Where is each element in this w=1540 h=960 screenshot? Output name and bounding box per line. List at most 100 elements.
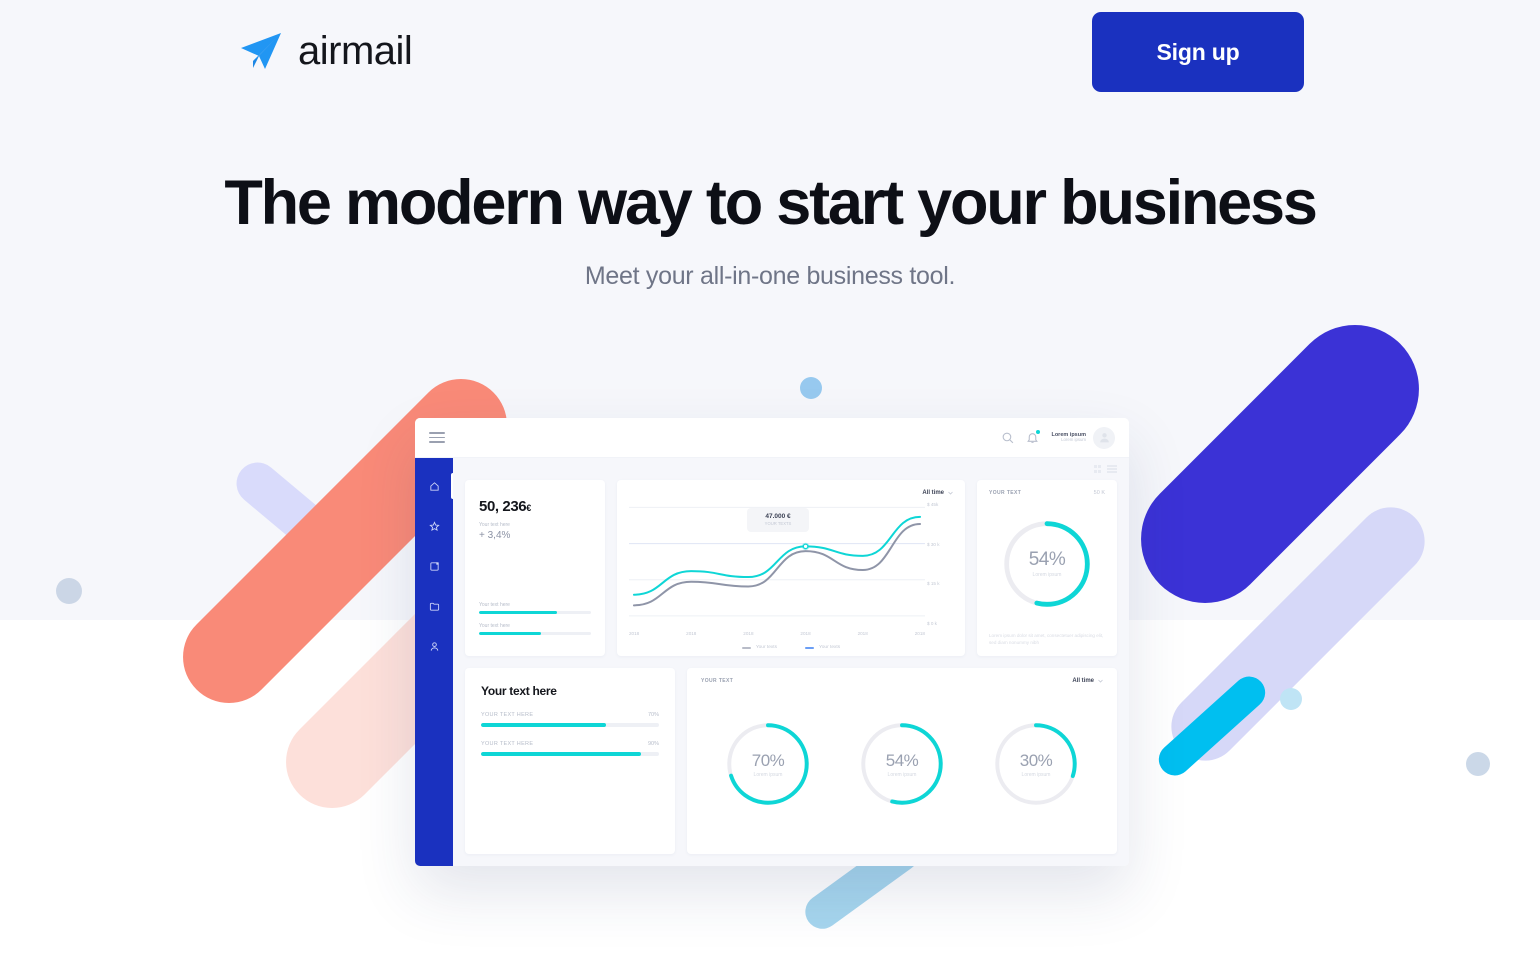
donut-chart: 54% Lorem ipsum xyxy=(858,720,946,808)
progress-row: YOUR TEXT HERE 90% xyxy=(481,741,659,756)
chart-range-selector[interactable]: All time xyxy=(629,490,953,496)
dashboard-sidebar xyxy=(415,458,453,866)
donut-chart: 30% Lorem ipsum xyxy=(992,720,1080,808)
user-role: Lorem ipsum xyxy=(1061,437,1086,443)
star-icon xyxy=(428,520,440,531)
site-header: airmail Sign up xyxy=(0,0,1540,105)
donut-chart: 54% Lorem ipsum xyxy=(989,496,1105,632)
page-title: The modern way to start your business xyxy=(224,168,1318,238)
view-toggle xyxy=(465,464,1117,474)
chevron-down-icon xyxy=(948,491,953,495)
search-icon[interactable] xyxy=(1001,431,1014,444)
stat-number: 50, 236 xyxy=(479,498,527,515)
legend-item: Your texts xyxy=(741,645,777,650)
export-icon xyxy=(429,561,439,571)
progress-card-title: Your text here xyxy=(481,684,557,698)
stat-currency: € xyxy=(526,503,531,513)
sidebar-item-favorites[interactable] xyxy=(415,518,453,534)
x-tick: 2018 xyxy=(629,631,640,636)
y-tick: $ 0 k xyxy=(927,620,937,626)
donut-sublabel: Lorem ipsum xyxy=(753,771,783,778)
legend-label: Your texts xyxy=(755,645,777,650)
dashboard-content: 50, 236€ Your text here + 3,4% Your text… xyxy=(453,458,1129,866)
progress-label: YOUR TEXT HERE xyxy=(481,712,534,718)
bell-icon[interactable] xyxy=(1026,430,1041,444)
chevron-down-icon xyxy=(1098,679,1103,683)
signup-button[interactable]: Sign up xyxy=(1092,12,1304,92)
x-tick: 2018 xyxy=(857,631,868,636)
donut-card: YOUR TEXT 50 K 54% Lorem ipsum Lorem ips… xyxy=(977,480,1117,656)
logo-text: airmail xyxy=(298,28,413,73)
chart-plot-area: $ 45k $ 30 k $ 15 k $ 0 k 2018 2018 2018 20… xyxy=(629,500,953,650)
donut-center-label: 54% Lorem ipsum xyxy=(886,751,919,778)
donut-percent: 70% xyxy=(751,750,785,770)
chart-legend: Your texts Your texts xyxy=(629,645,953,650)
dashboard-body: 50, 236€ Your text here + 3,4% Your text… xyxy=(415,458,1129,866)
legend-label: Your texts xyxy=(819,645,841,650)
sidebar-item-home[interactable] xyxy=(415,473,453,499)
stat-delta: + 3,4% xyxy=(479,530,511,541)
sidebar-item-export[interactable] xyxy=(415,558,453,574)
donut-center-label: 70% Lorem ipsum xyxy=(752,751,785,778)
chart-range-label: All time xyxy=(922,490,944,496)
y-tick: $ 15 k xyxy=(927,581,940,587)
tooltip-label: YOUR TEXTS xyxy=(764,521,792,526)
home-icon xyxy=(429,481,439,491)
dashboard-row-top: 50, 236€ Your text here + 3,4% Your text… xyxy=(465,480,1117,656)
donut-sublabel: Lorem ipsum xyxy=(1032,572,1062,579)
sidebar-item-profile[interactable] xyxy=(415,638,453,654)
folder-icon xyxy=(429,602,439,611)
x-tick: 2018 xyxy=(743,631,754,636)
y-tick: $ 45k xyxy=(927,502,939,507)
stat-mini-bars: Your text here Your text here xyxy=(479,602,591,644)
avatar-icon xyxy=(1099,433,1109,443)
progress-track xyxy=(481,752,659,756)
sidebar-item-files[interactable] xyxy=(415,598,453,614)
user-menu[interactable]: Lorem ipsum Lorem ipsum xyxy=(1051,426,1115,449)
avatar[interactable] xyxy=(1093,426,1115,449)
stat-card: 50, 236€ Your text here + 3,4% Your text… xyxy=(465,480,605,656)
donut-percent: 30% xyxy=(1019,750,1053,770)
page-subtitle: Meet your all-in-one business tool. xyxy=(584,262,956,291)
hero-section: The modern way to start your business Me… xyxy=(0,170,1540,291)
donuts-card: YOUR TEXT All time 70% Lorem ipsum 54% Lore… xyxy=(687,668,1117,854)
topbar-actions: Lorem ipsum Lorem ipsum xyxy=(1001,426,1115,449)
donut-center-label: 54% Lorem ipsum xyxy=(1029,549,1066,578)
dashboard-row-bottom: Your text here YOUR TEXT HERE 70% YOUR T… xyxy=(465,668,1117,854)
donut-sublabel: Lorem ipsum xyxy=(1021,771,1051,778)
progress-track xyxy=(481,723,659,727)
hamburger-icon[interactable] xyxy=(429,432,445,443)
mini-bar-track xyxy=(479,611,591,614)
user-icon xyxy=(430,641,438,651)
mini-bar-fill xyxy=(479,632,541,635)
x-tick: 2018 xyxy=(686,631,697,636)
donut-center-label: 30% Lorem ipsum xyxy=(1020,751,1053,778)
donut-percent: 54% xyxy=(885,750,919,770)
dashboard-mockup: Lorem ipsum Lorem ipsum 50, 236€ Your te… xyxy=(415,418,1129,866)
x-tick: 2018 xyxy=(914,631,925,636)
chart-tooltip: 47.000 € YOUR TEXTS xyxy=(747,508,809,532)
mini-bar-track xyxy=(479,632,591,635)
stat-label: Your text here xyxy=(479,522,510,528)
mini-bar-fill xyxy=(479,611,558,614)
progress-value: 70% xyxy=(647,712,659,718)
y-tick: $ 30 k xyxy=(927,541,940,547)
stat-value: 50, 236€ xyxy=(479,498,591,515)
donut-sublabel: Lorem ipsum xyxy=(887,771,917,778)
dashboard-topbar: Lorem ipsum Lorem ipsum xyxy=(415,418,1129,458)
progress-fill xyxy=(481,723,606,727)
logo[interactable]: airmail xyxy=(238,28,413,74)
chart-y-axis: $ 45k $ 30 k $ 15 k $ 0 k xyxy=(927,502,953,626)
grid-view-icon[interactable] xyxy=(1093,465,1101,473)
progress-label: YOUR TEXT HERE xyxy=(481,741,534,747)
chart-x-axis: 2018 2018 2018 2018 2018 2018 xyxy=(629,631,925,636)
legend-item: Your texts xyxy=(805,645,840,650)
x-tick: 2018 xyxy=(800,631,811,636)
paper-plane-icon xyxy=(241,33,281,69)
donut-chart: 70% Lorem ipsum xyxy=(724,720,812,808)
list-view-icon[interactable] xyxy=(1107,465,1117,473)
donut-card-note: Lorem ipsum dolor sit amet, consectetuer… xyxy=(989,632,1104,645)
donuts-row: 70% Lorem ipsum 54% Lorem ipsum 30% Lorem ips… xyxy=(701,684,1103,844)
chart-card: All time $ 45k $ 30 k $ 15 k $ 0 k 2018 2… xyxy=(617,480,965,656)
progress-fill xyxy=(481,752,642,756)
